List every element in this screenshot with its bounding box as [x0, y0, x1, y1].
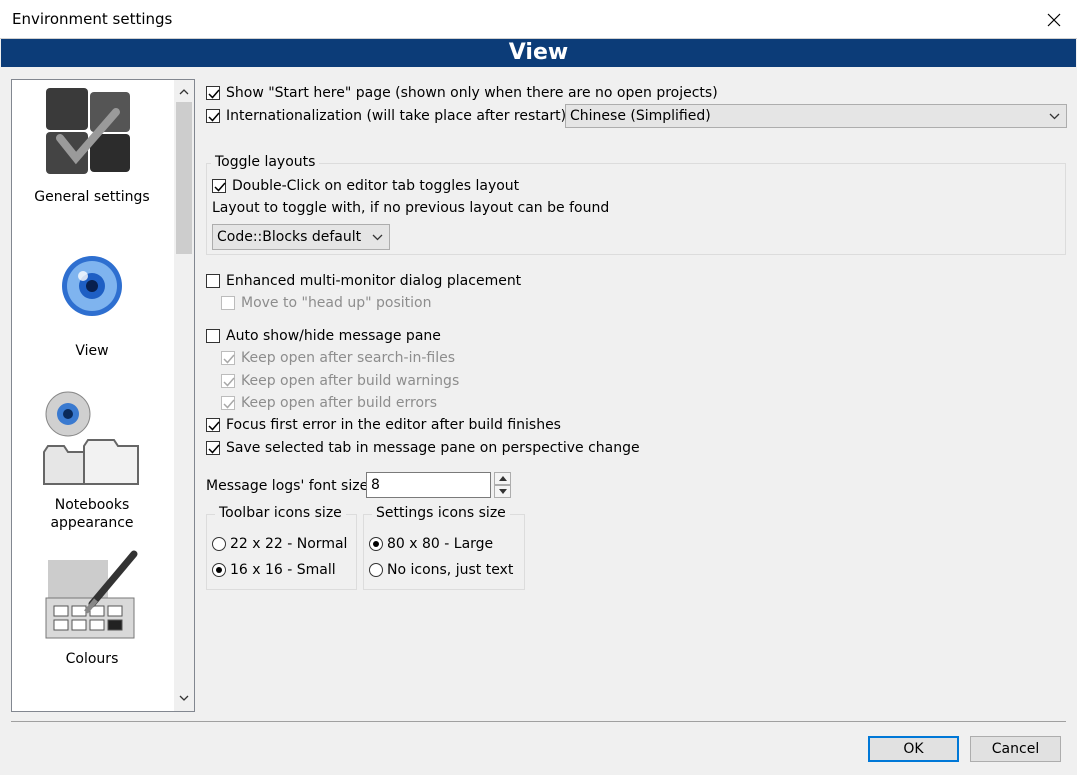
keep-open-warnings-checkbox [221, 374, 235, 388]
head-up-option: Move to "head up" position [221, 293, 431, 313]
radio-label: 16 x 16 - Small [230, 562, 336, 578]
double-click-toggle-option[interactable]: Double-Click on editor tab toggles layou… [212, 176, 519, 196]
page-header: View [1, 39, 1076, 67]
radio-label: 22 x 22 - Normal [230, 536, 348, 552]
keep-open-warnings-option: Keep open after build warnings [221, 371, 459, 391]
layout-toggle-text: Layout to toggle with, if no previous la… [212, 200, 610, 216]
spin-up-icon[interactable] [494, 472, 511, 485]
keep-open-search-checkbox [221, 351, 235, 365]
auto-show-hide-option[interactable]: Auto show/hide message pane [206, 326, 441, 346]
checkbox-label: Focus first error in the editor after bu… [226, 417, 561, 433]
radio-button[interactable] [212, 563, 226, 577]
toolbar-size-normal-option[interactable]: 22 x 22 - Normal [212, 534, 347, 554]
save-selected-tab-option[interactable]: Save selected tab in message pane on per… [206, 438, 640, 458]
internationalization-checkbox[interactable] [206, 109, 220, 123]
sidebar-item-view[interactable]: View [12, 228, 172, 368]
checkbox-label: Enhanced multi-monitor dialog placement [226, 273, 522, 289]
group-legend: Toggle layouts [211, 154, 320, 170]
chevron-down-icon [1049, 108, 1060, 124]
scroll-down-icon[interactable] [174, 688, 194, 708]
radio-button[interactable] [369, 537, 383, 551]
settings-size-large-option[interactable]: 80 x 80 - Large [369, 534, 493, 554]
palette-icon [42, 550, 142, 650]
save-selected-tab-checkbox[interactable] [206, 441, 220, 455]
group-legend: Settings icons size [372, 505, 510, 521]
sidebar-scrollbar[interactable] [174, 80, 194, 711]
checkbox-label: Show "Start here" page (shown only when … [226, 85, 718, 101]
toolbar-size-small-option[interactable]: 16 x 16 - Small [212, 560, 336, 580]
sidebar-item-label: View [75, 343, 109, 359]
settings-sidebar[interactable]: General settings View Notebooks appearan… [11, 79, 195, 712]
checkbox-label: Double-Click on editor tab toggles layou… [232, 178, 520, 194]
sidebar-item-colours[interactable]: Colours [12, 548, 172, 698]
font-size-value: 8 [371, 477, 380, 493]
ok-button[interactable]: OK [868, 736, 959, 762]
eye-icon [60, 256, 124, 324]
scroll-up-icon[interactable] [174, 82, 194, 102]
settings-size-text-option[interactable]: No icons, just text [369, 560, 513, 580]
window-title: Environment settings [12, 10, 173, 28]
head-up-checkbox [221, 296, 235, 310]
sidebar-item-label: Colours [65, 651, 119, 667]
checkbox-label: Keep open after build errors [241, 395, 438, 411]
language-select[interactable]: Chinese (Simplified) [565, 104, 1067, 128]
checkbox-label: Save selected tab in message pane on per… [226, 440, 640, 456]
general-settings-icon [42, 84, 138, 184]
focus-first-error-option[interactable]: Focus first error in the editor after bu… [206, 415, 561, 435]
keep-open-errors-checkbox [221, 396, 235, 410]
show-start-here-option[interactable]: Show "Start here" page (shown only when … [206, 83, 718, 103]
sidebar-item-general-settings[interactable]: General settings [12, 80, 172, 220]
sidebar-item-label: General settings [34, 189, 150, 205]
checkbox-label: Keep open after search-in-files [241, 350, 455, 366]
double-click-toggle-checkbox[interactable] [212, 179, 226, 193]
auto-show-hide-checkbox[interactable] [206, 329, 220, 343]
checkbox-label: Move to "head up" position [241, 295, 432, 311]
enhanced-multimonitor-checkbox[interactable] [206, 274, 220, 288]
sidebar-item-label: Notebooks appearance [50, 497, 134, 531]
radio-button[interactable] [369, 563, 383, 577]
internationalization-option[interactable]: Internationalization (will take place af… [206, 106, 566, 126]
layout-select-value: Code::Blocks default [217, 229, 362, 245]
font-size-input[interactable]: 8 [366, 472, 491, 498]
spin-down-icon[interactable] [494, 485, 511, 498]
scrollbar-thumb[interactable] [176, 102, 192, 254]
radio-label: No icons, just text [387, 562, 514, 578]
keep-open-search-option: Keep open after search-in-files [221, 348, 455, 368]
layout-select[interactable]: Code::Blocks default [212, 224, 390, 250]
close-icon[interactable] [1031, 0, 1077, 39]
focus-first-error-checkbox[interactable] [206, 418, 220, 432]
show-start-here-checkbox[interactable] [206, 86, 220, 100]
chevron-down-icon [372, 229, 383, 245]
checkbox-label: Keep open after build warnings [241, 373, 460, 389]
group-legend: Toolbar icons size [215, 505, 346, 521]
keep-open-errors-option: Keep open after build errors [221, 393, 437, 413]
radio-label: 80 x 80 - Large [387, 536, 494, 552]
enhanced-multimonitor-option[interactable]: Enhanced multi-monitor dialog placement [206, 271, 521, 291]
cancel-button[interactable]: Cancel [970, 736, 1061, 762]
sidebar-item-notebooks-appearance[interactable]: Notebooks appearance [12, 380, 172, 540]
radio-button[interactable] [212, 537, 226, 551]
notebooks-icon [42, 388, 142, 496]
divider [11, 721, 1066, 722]
title-bar: Environment settings [0, 0, 1077, 39]
language-select-value: Chinese (Simplified) [570, 108, 711, 124]
checkbox-label: Internationalization (will take place af… [226, 108, 567, 124]
checkbox-label: Auto show/hide message pane [226, 328, 441, 344]
font-size-label: Message logs' font size: [206, 478, 373, 494]
